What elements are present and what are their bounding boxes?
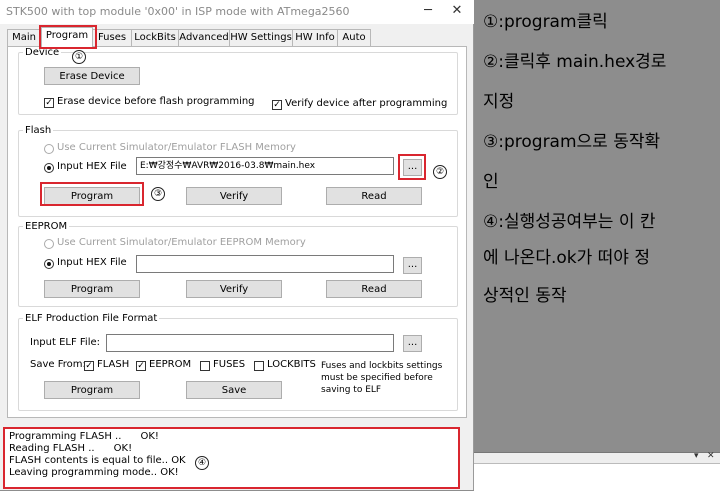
elf-note-line-1: Fuses and lockbits settings [321, 361, 443, 371]
stk500-window: STK500 with top module '0x00' in ISP mod… [0, 0, 474, 490]
eeprom-legend: EEPROM [25, 221, 68, 232]
erase-device-button[interactable]: Erase Device [44, 67, 140, 85]
save-eeprom-checkbox[interactable]: ✓ [136, 361, 146, 371]
elf-browse-button[interactable]: ... [403, 335, 422, 352]
note-line-5: 인 [483, 172, 499, 192]
eeprom-browse-button[interactable]: ... [403, 257, 422, 274]
tab-auto[interactable]: Auto [337, 29, 371, 46]
flash-simulator-radio[interactable] [44, 144, 54, 154]
log-scrollbar[interactable] [459, 428, 472, 488]
eeprom-hex-path-input[interactable] [136, 255, 394, 273]
note-line-3: 지정 [483, 92, 515, 112]
dropdown-icon[interactable]: ▾ [694, 451, 699, 461]
elf-program-button[interactable]: Program [44, 381, 140, 399]
note-line-4: ③:program으로 동작확 [483, 132, 661, 152]
erase-before-label: Erase device before flash programming [57, 96, 255, 107]
callout-box-log [3, 427, 460, 489]
tab-lockbits[interactable]: LockBits [131, 29, 179, 46]
secondary-pane-header: ▾ ✕ [474, 451, 720, 464]
erase-before-checkbox[interactable]: ✓ [44, 98, 54, 108]
eeprom-verify-button[interactable]: Verify [186, 280, 282, 298]
callout-box-program-button [40, 182, 144, 206]
flash-simulator-label: Use Current Simulator/Emulator FLASH Mem… [57, 142, 296, 153]
tab-hw-settings[interactable]: HW Settings [229, 29, 293, 46]
elf-save-button[interactable]: Save [186, 381, 282, 399]
elf-input-label: Input ELF File: [30, 337, 100, 348]
flash-legend: Flash [25, 125, 52, 136]
secondary-pane: ▾ ✕ [474, 451, 720, 491]
elf-note-line-3: saving to ELF [321, 385, 382, 395]
close-button[interactable]: ✕ [447, 2, 467, 20]
elf-input-field[interactable] [106, 334, 394, 352]
flash-hex-path-input[interactable]: E:₩강정수₩AVR₩2016-03.8₩main.hex [136, 157, 394, 175]
callout-3: ③ [151, 187, 165, 201]
flash-read-button[interactable]: Read [326, 187, 422, 205]
elf-legend: ELF Production File Format [25, 313, 158, 324]
elf-note-line-2: must be specified before [321, 373, 433, 383]
note-line-6: ④:실행성공여부는 이 칸 [483, 212, 656, 232]
note-line-2: ②:클릭후 main.hex경로 [483, 52, 667, 72]
note-line-7: 에 나온다.ok가 떠야 정 [483, 248, 650, 268]
save-from-label: Save From: [30, 359, 86, 370]
save-lockbits-checkbox[interactable] [254, 361, 264, 371]
window-title: STK500 with top module '0x00' in ISP mod… [6, 5, 350, 18]
save-fuses-label: FUSES [213, 359, 246, 370]
tab-hw-info[interactable]: HW Info [292, 29, 338, 46]
save-flash-label: FLASH [97, 359, 130, 370]
eeprom-program-button[interactable]: Program [44, 280, 140, 298]
verify-after-label: Verify device after programming [285, 98, 448, 109]
callout-1: ① [72, 50, 86, 64]
eeprom-hex-radio[interactable] [44, 259, 54, 269]
close-icon[interactable]: ✕ [707, 451, 715, 461]
tab-advanced[interactable]: Advanced [178, 29, 230, 46]
eeprom-hex-label: Input HEX File [57, 257, 127, 268]
eeprom-read-button[interactable]: Read [326, 280, 422, 298]
tab-main[interactable]: Main [7, 29, 41, 46]
callout-box-program-tab [39, 25, 97, 49]
eeprom-simulator-radio[interactable] [44, 239, 54, 249]
save-flash-checkbox[interactable]: ✓ [84, 361, 94, 371]
save-fuses-checkbox[interactable] [200, 361, 210, 371]
callout-2: ② [433, 165, 447, 179]
verify-after-checkbox[interactable]: ✓ [272, 100, 282, 110]
flash-verify-button[interactable]: Verify [186, 187, 282, 205]
tab-fuses[interactable]: Fuses [92, 29, 132, 46]
program-tab-panel: Device Erase Device ✓ Erase device befor… [7, 46, 467, 418]
save-eeprom-label: EEPROM [149, 359, 192, 370]
save-lockbits-label: LOCKBITS [267, 359, 316, 370]
callout-4: ④ [195, 456, 209, 470]
flash-hex-radio[interactable] [44, 163, 54, 173]
eeprom-simulator-label: Use Current Simulator/Emulator EEPROM Me… [57, 237, 306, 248]
title-bar: STK500 with top module '0x00' in ISP mod… [0, 0, 474, 24]
note-line-1: ①:program클릭 [483, 12, 608, 32]
minimize-button[interactable]: ─ [418, 2, 438, 20]
callout-box-browse [398, 154, 426, 180]
note-line-8: 상적인 동작 [483, 286, 567, 306]
flash-hex-label: Input HEX File [57, 161, 127, 172]
